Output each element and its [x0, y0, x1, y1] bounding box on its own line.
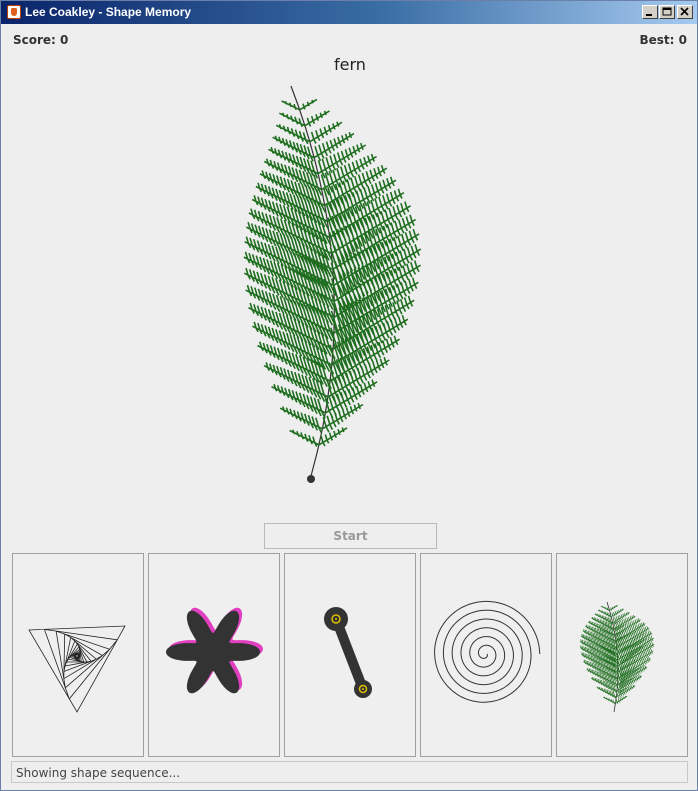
sequence-slot-3	[284, 553, 416, 757]
score-label: Score: 0	[13, 33, 69, 47]
spiral-icon	[434, 600, 541, 703]
start-button[interactable]: Start	[264, 523, 437, 549]
lever-icon	[324, 607, 372, 698]
title-bar[interactable]: Lee Coakley - Shape Memory	[1, 1, 697, 24]
close-button[interactable]	[677, 5, 693, 19]
close-icon	[680, 7, 689, 16]
window-title: Lee Coakley - Shape Memory	[25, 5, 192, 19]
sequence-slot-4	[420, 553, 552, 757]
fern-icon	[579, 601, 655, 713]
status-bar: Showing shape sequence...	[11, 761, 688, 783]
maximize-icon	[662, 7, 672, 16]
best-label: Best: 0	[639, 33, 688, 47]
app-window: Lee Coakley - Shape Memory Score: 0 Best…	[0, 0, 698, 791]
maximize-button[interactable]	[659, 5, 675, 19]
shape-name: fern	[334, 55, 366, 74]
minimize-icon	[646, 14, 652, 16]
blob-star-icon	[166, 607, 263, 694]
java-icon	[7, 5, 21, 19]
sequence-slot-1	[12, 553, 144, 757]
fern-icon	[243, 85, 422, 483]
triangle-spiral-icon	[28, 625, 126, 713]
sequence-slot-5	[556, 553, 688, 757]
minimize-button[interactable]	[642, 5, 658, 19]
sequence-slot-2	[148, 553, 280, 757]
